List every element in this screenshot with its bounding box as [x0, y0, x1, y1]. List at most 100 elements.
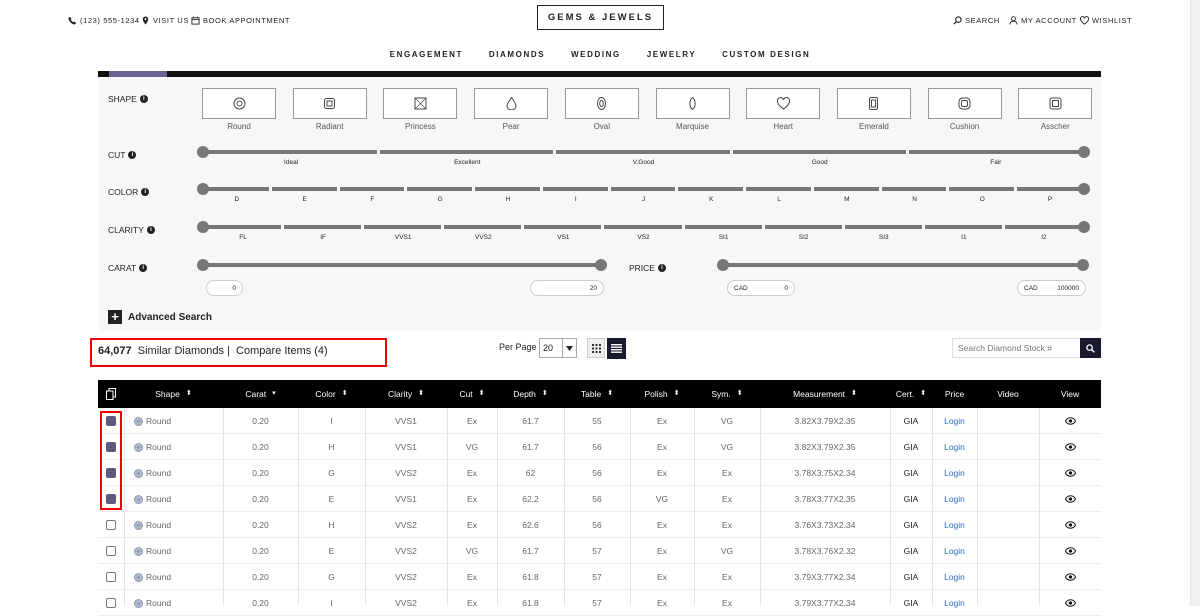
price-slider-track[interactable] [723, 263, 1084, 267]
visit-us-link[interactable]: VISIT US [141, 16, 189, 25]
clarity-segment[interactable] [844, 225, 922, 229]
per-page-select[interactable]: 20 [539, 338, 577, 358]
clarity-segment[interactable] [1004, 225, 1082, 229]
cell-price[interactable]: Login [932, 434, 977, 460]
clarity-segment[interactable] [284, 225, 362, 229]
shape-option-pear[interactable] [474, 88, 549, 119]
color-segment[interactable] [271, 187, 337, 191]
shape-option-emerald[interactable] [836, 88, 911, 119]
color-segment[interactable] [204, 187, 269, 191]
compare-items-link[interactable]: Compare Items (4) [236, 345, 328, 357]
sort-icon[interactable]: ⬍ [920, 390, 926, 397]
column-header-color[interactable]: Color ⬍ [298, 380, 365, 408]
clarity-segment[interactable] [524, 225, 602, 229]
color-segment[interactable] [949, 187, 1015, 191]
cell-view[interactable] [1039, 512, 1101, 538]
phone-link[interactable]: (123) 555-1234 [68, 16, 140, 25]
shape-option-heart[interactable] [746, 88, 821, 119]
cut-min-handle[interactable] [197, 146, 209, 158]
search-link[interactable]: SEARCH [953, 16, 1000, 25]
compare-column-header[interactable] [98, 380, 124, 408]
compare-checkbox[interactable] [106, 520, 116, 530]
carat-slider-track[interactable] [203, 263, 603, 267]
info-icon[interactable]: i [139, 264, 148, 272]
eye-icon[interactable] [1064, 573, 1076, 581]
color-segment[interactable] [881, 187, 947, 191]
color-segment[interactable] [678, 187, 744, 191]
clarity-segment[interactable] [604, 225, 682, 229]
price-max-input[interactable]: CAD 100000 [1017, 280, 1086, 296]
compare-checkbox[interactable] [106, 546, 116, 556]
cell-price[interactable]: Login [932, 408, 977, 434]
nav-custom-design[interactable]: CUSTOM DESIGN [722, 50, 810, 59]
cell-price[interactable]: Login [932, 564, 977, 590]
clarity-segment[interactable] [924, 225, 1002, 229]
book-appointment-link[interactable]: BOOK APPOINTMENT [191, 16, 290, 25]
clarity-segment[interactable] [684, 225, 762, 229]
sort-icon[interactable]: ⬍ [674, 390, 680, 397]
advanced-search-toggle[interactable]: + Advanced Search [108, 310, 212, 324]
nav-wedding[interactable]: WEDDING [571, 50, 621, 59]
color-segment[interactable] [542, 187, 608, 191]
eye-icon[interactable] [1064, 443, 1076, 451]
cell-view[interactable] [1039, 486, 1101, 512]
column-header-carat[interactable]: Carat ▾ [223, 380, 298, 408]
color-min-handle[interactable] [197, 183, 209, 195]
cell-view[interactable] [1039, 408, 1101, 434]
list-view-button[interactable] [607, 338, 626, 359]
compare-checkbox[interactable] [106, 572, 116, 582]
table-row[interactable]: Round 0.20 E VVS1 Ex 62.2 56 VG Ex 3.78X3.77X2.35… [98, 486, 1101, 512]
cut-segment[interactable] [380, 150, 554, 154]
login-link[interactable]: Login [944, 598, 965, 608]
sort-icon[interactable]: ⬍ [479, 390, 485, 397]
cut-segment[interactable] [204, 150, 378, 154]
price-max-handle[interactable] [1077, 259, 1089, 271]
table-row[interactable]: Round 0.20 G VVS2 Ex 61.8 57 Ex Ex 3.79X3.77X2.34… [98, 564, 1101, 590]
sort-icon[interactable]: ⬍ [342, 390, 348, 397]
column-header-cut[interactable]: Cut ⬍ [447, 380, 497, 408]
cell-view[interactable] [1039, 434, 1101, 460]
cut-max-handle[interactable] [1078, 146, 1090, 158]
shape-option-radiant[interactable] [292, 88, 367, 119]
eye-icon[interactable] [1064, 469, 1076, 477]
nav-diamonds[interactable]: DIAMONDS [489, 50, 545, 59]
shape-option-round[interactable] [202, 88, 276, 119]
sort-icon[interactable]: ⬍ [851, 390, 857, 397]
nav-jewelry[interactable]: JEWELRY [647, 50, 697, 59]
column-header-shape[interactable]: Shape ⬍ [124, 380, 223, 408]
color-segment[interactable] [746, 187, 811, 191]
cell-price[interactable]: Login [932, 486, 977, 512]
color-segment[interactable] [407, 187, 473, 191]
my-account-link[interactable]: MY ACCOUNT [1009, 16, 1077, 25]
column-header-cert[interactable]: Cert. ⬍ [890, 380, 932, 408]
table-row[interactable]: Round 0.20 H VVS1 VG 61.7 56 Ex VG 3.82X3.79X2.35… [98, 434, 1101, 460]
sort-icon[interactable]: ⬍ [418, 390, 424, 397]
eye-icon[interactable] [1064, 547, 1076, 555]
shape-option-oval[interactable] [564, 88, 639, 119]
eye-icon[interactable] [1064, 417, 1076, 425]
table-row[interactable]: Round 0.20 G VVS2 Ex 62 56 Ex Ex 3.78X3.75X2.34 GI… [98, 460, 1101, 486]
shape-option-princess[interactable] [383, 88, 458, 119]
panel-active-tab[interactable] [109, 71, 167, 77]
sort-icon[interactable]: ⬍ [186, 390, 192, 397]
table-row[interactable]: Round 0.20 I VVS1 Ex 61.7 55 Ex VG 3.82X3.79X2.35… [98, 408, 1101, 434]
color-segment[interactable] [610, 187, 676, 191]
cell-price[interactable]: Login [932, 460, 977, 486]
clarity-segment[interactable] [444, 225, 522, 229]
carat-max-handle[interactable] [595, 259, 607, 271]
login-link[interactable]: Login [944, 494, 965, 504]
nav-engagement[interactable]: ENGAGEMENT [390, 50, 463, 59]
carat-max-input[interactable]: 20 [530, 280, 604, 296]
cell-view[interactable] [1039, 460, 1101, 486]
clarity-max-handle[interactable] [1078, 221, 1090, 233]
login-link[interactable]: Login [944, 520, 965, 530]
login-link[interactable]: Login [944, 546, 965, 556]
info-icon[interactable]: i [141, 188, 150, 196]
cell-price[interactable]: Login [932, 590, 977, 616]
color-segment[interactable] [339, 187, 405, 191]
login-link[interactable]: Login [944, 468, 965, 478]
column-header-clarity[interactable]: Clarity ⬍ [365, 380, 447, 408]
shape-option-marquise[interactable] [655, 88, 730, 119]
info-icon[interactable]: i [128, 151, 137, 159]
clarity-min-handle[interactable] [197, 221, 209, 233]
